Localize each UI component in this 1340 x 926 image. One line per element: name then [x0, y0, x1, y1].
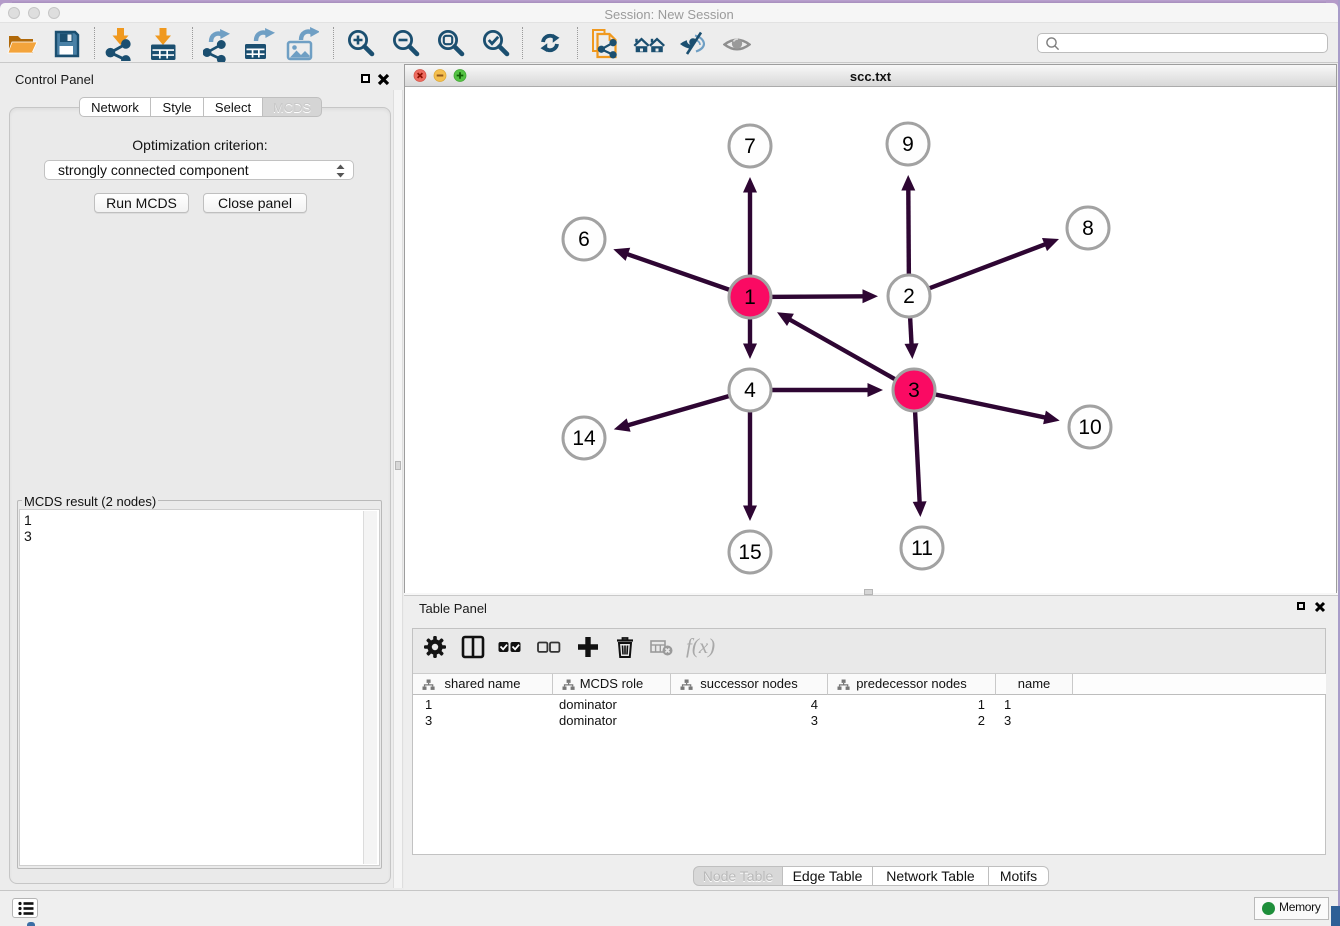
svg-text:14: 14 [572, 427, 596, 450]
svg-text:7: 7 [744, 135, 756, 158]
svg-text:10: 10 [1078, 416, 1101, 439]
svg-text:6: 6 [578, 228, 590, 251]
svg-text:8: 8 [1082, 217, 1094, 240]
svg-text:9: 9 [902, 133, 914, 156]
svg-text:11: 11 [911, 537, 933, 560]
svg-text:3: 3 [908, 379, 920, 402]
svg-text:15: 15 [738, 541, 761, 564]
svg-text:2: 2 [903, 285, 915, 308]
svg-text:4: 4 [744, 379, 756, 402]
svg-text:1: 1 [744, 286, 756, 309]
